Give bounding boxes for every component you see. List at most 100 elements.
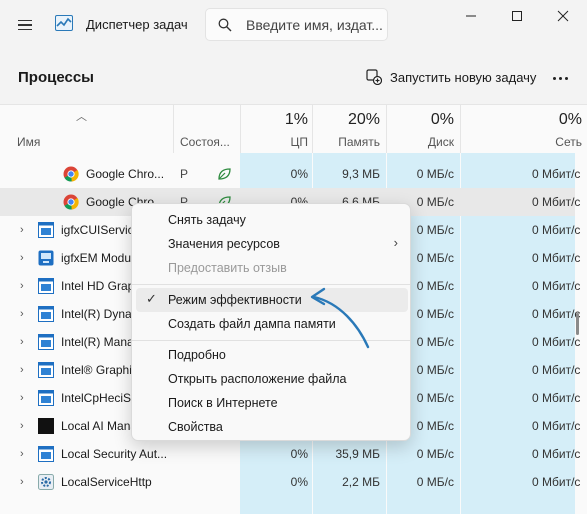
service-icon	[38, 306, 54, 322]
menu-item-label: Значения ресурсов	[168, 237, 280, 251]
menu-icon[interactable]	[12, 12, 38, 38]
column-memory-pct[interactable]: 20%	[316, 111, 380, 129]
column-divider[interactable]	[460, 105, 461, 153]
expand-chevron-icon[interactable]: ›	[20, 448, 24, 460]
cpu-value: 0%	[290, 447, 308, 461]
run-new-task-button[interactable]: Запустить новую задачу	[360, 62, 542, 92]
black-square-icon	[38, 418, 54, 434]
more-options-button[interactable]	[548, 66, 572, 90]
network-value: 0 Мбит/с	[532, 447, 581, 461]
menu-item-label: Поиск в Интернете	[168, 396, 278, 410]
menu-item-label: Свойства	[168, 420, 223, 434]
app-title: Диспетчер задач	[86, 17, 188, 32]
scrollbar-thumb[interactable]	[576, 313, 579, 335]
network-value: 0 Мбит/с	[532, 335, 581, 349]
menu-item-label: Режим эффективности	[168, 293, 302, 307]
chevron-right-icon: ›	[393, 235, 398, 250]
disk-value: 0 МБ/с	[416, 167, 454, 181]
table-row[interactable]: › Local Security Aut... 0% 35,9 МБ 0 МБ/с 0 М…	[0, 440, 580, 468]
menu-item-label: Снять задачу	[168, 213, 246, 227]
menu-item-label: Открыть расположение файла	[168, 372, 347, 386]
task-manager-icon	[55, 15, 73, 31]
service-icon	[38, 334, 54, 350]
service-icon	[38, 222, 54, 238]
expand-chevron-icon[interactable]: ›	[20, 280, 24, 292]
column-status[interactable]: Состоя...	[180, 135, 230, 149]
network-value: 0 Мбит/с	[532, 391, 581, 405]
network-value: 0 Мбит/с	[532, 307, 581, 321]
chrome-icon	[63, 166, 79, 182]
search-input[interactable]: Введите имя, издат...	[246, 17, 383, 33]
expand-chevron-icon[interactable]: ›	[20, 420, 24, 432]
cpu-value: 0%	[290, 167, 308, 181]
network-value: 0 Мбит/с	[532, 251, 581, 265]
page-title: Процессы	[18, 69, 94, 86]
task-manager-window: Диспетчер задач Введите имя, издат... Пр…	[0, 0, 587, 514]
menu-item-open-location[interactable]: Открыть расположение файла	[136, 367, 408, 391]
column-name[interactable]: Имя	[17, 135, 40, 149]
table-row[interactable]: › LocalServiceHttp 0% 2,2 МБ 0 МБ/с 0 Мбит/с	[0, 468, 580, 496]
process-name: LocalServiceHttp	[61, 475, 152, 489]
process-status: P	[180, 167, 189, 181]
column-cpu-label[interactable]: ЦП	[244, 135, 308, 149]
minimize-button[interactable]	[448, 0, 494, 32]
efficiency-leaf-icon	[216, 166, 232, 182]
expand-chevron-icon[interactable]: ›	[20, 252, 24, 264]
menu-item-resource-values[interactable]: Значения ресурсов ›	[136, 232, 408, 256]
expand-chevron-icon[interactable]: ›	[20, 392, 24, 404]
column-divider[interactable]	[173, 105, 174, 153]
network-value: 0 Мбит/с	[532, 475, 581, 489]
column-divider[interactable]	[240, 105, 241, 153]
process-name: Local Security Aut...	[61, 447, 168, 461]
network-value: 0 Мбит/с	[532, 419, 581, 433]
cpu-value: 0%	[290, 475, 308, 489]
column-network-label[interactable]: Сеть	[464, 135, 582, 149]
network-value: 0 Мбит/с	[532, 363, 581, 377]
expand-chevron-icon[interactable]: ›	[20, 224, 24, 236]
service-icon	[38, 362, 54, 378]
memory-value: 2,2 МБ	[342, 475, 380, 489]
network-value: 0 Мбит/с	[532, 195, 581, 209]
memory-value: 35,9 МБ	[335, 447, 380, 461]
column-divider[interactable]	[386, 105, 387, 153]
table-header: ︿ Имя Состоя... 1% ЦП 20% Память 0% Диск…	[0, 105, 587, 153]
menu-item-feedback: Предоставить отзыв	[136, 256, 408, 280]
app-icon	[38, 250, 54, 266]
expand-chevron-icon[interactable]: ›	[20, 476, 24, 488]
close-button[interactable]	[540, 0, 586, 32]
run-new-task-label: Запустить новую задачу	[390, 69, 537, 85]
menu-item-label: Подробно	[168, 348, 226, 362]
minimize-icon	[466, 15, 476, 17]
column-disk-pct[interactable]: 0%	[390, 111, 454, 129]
network-value: 0 Мбит/с	[532, 167, 581, 181]
expand-chevron-icon[interactable]: ›	[20, 308, 24, 320]
disk-value: 0 МБ/с	[416, 475, 454, 489]
checkmark-icon: ✓	[146, 291, 157, 306]
gear-app-icon	[38, 474, 54, 490]
network-value: 0 Мбит/с	[532, 279, 581, 293]
maximize-icon	[512, 11, 522, 21]
service-icon	[38, 390, 54, 406]
table-row[interactable]: Google Chro... P 0% 9,3 МБ 0 МБ/с 0 Мбит/с	[0, 160, 580, 188]
column-memory-label[interactable]: Память	[316, 135, 380, 149]
maximize-button[interactable]	[494, 0, 540, 32]
menu-item-search-web[interactable]: Поиск в Интернете	[136, 391, 408, 415]
search-icon	[218, 18, 232, 32]
network-value: 0 Мбит/с	[532, 223, 581, 237]
sort-up-icon: ︿	[76, 111, 87, 123]
menu-item-properties[interactable]: Свойства	[136, 415, 408, 439]
memory-value: 9,3 МБ	[342, 167, 380, 181]
service-icon	[38, 278, 54, 294]
menu-item-label: Предоставить отзыв	[168, 261, 287, 275]
column-network-pct[interactable]: 0%	[464, 111, 582, 129]
search-box[interactable]: Введите имя, издат...	[205, 8, 388, 41]
process-name: Google Chro...	[86, 167, 165, 181]
expand-chevron-icon[interactable]: ›	[20, 336, 24, 348]
expand-chevron-icon[interactable]: ›	[20, 364, 24, 376]
disk-value: 0 МБ/с	[416, 447, 454, 461]
title-bar: Диспетчер задач Введите имя, издат...	[0, 0, 587, 50]
column-divider[interactable]	[312, 105, 313, 153]
column-cpu-pct[interactable]: 1%	[244, 111, 308, 129]
menu-item-end-task[interactable]: Снять задачу	[136, 208, 408, 232]
column-disk-label[interactable]: Диск	[390, 135, 454, 149]
